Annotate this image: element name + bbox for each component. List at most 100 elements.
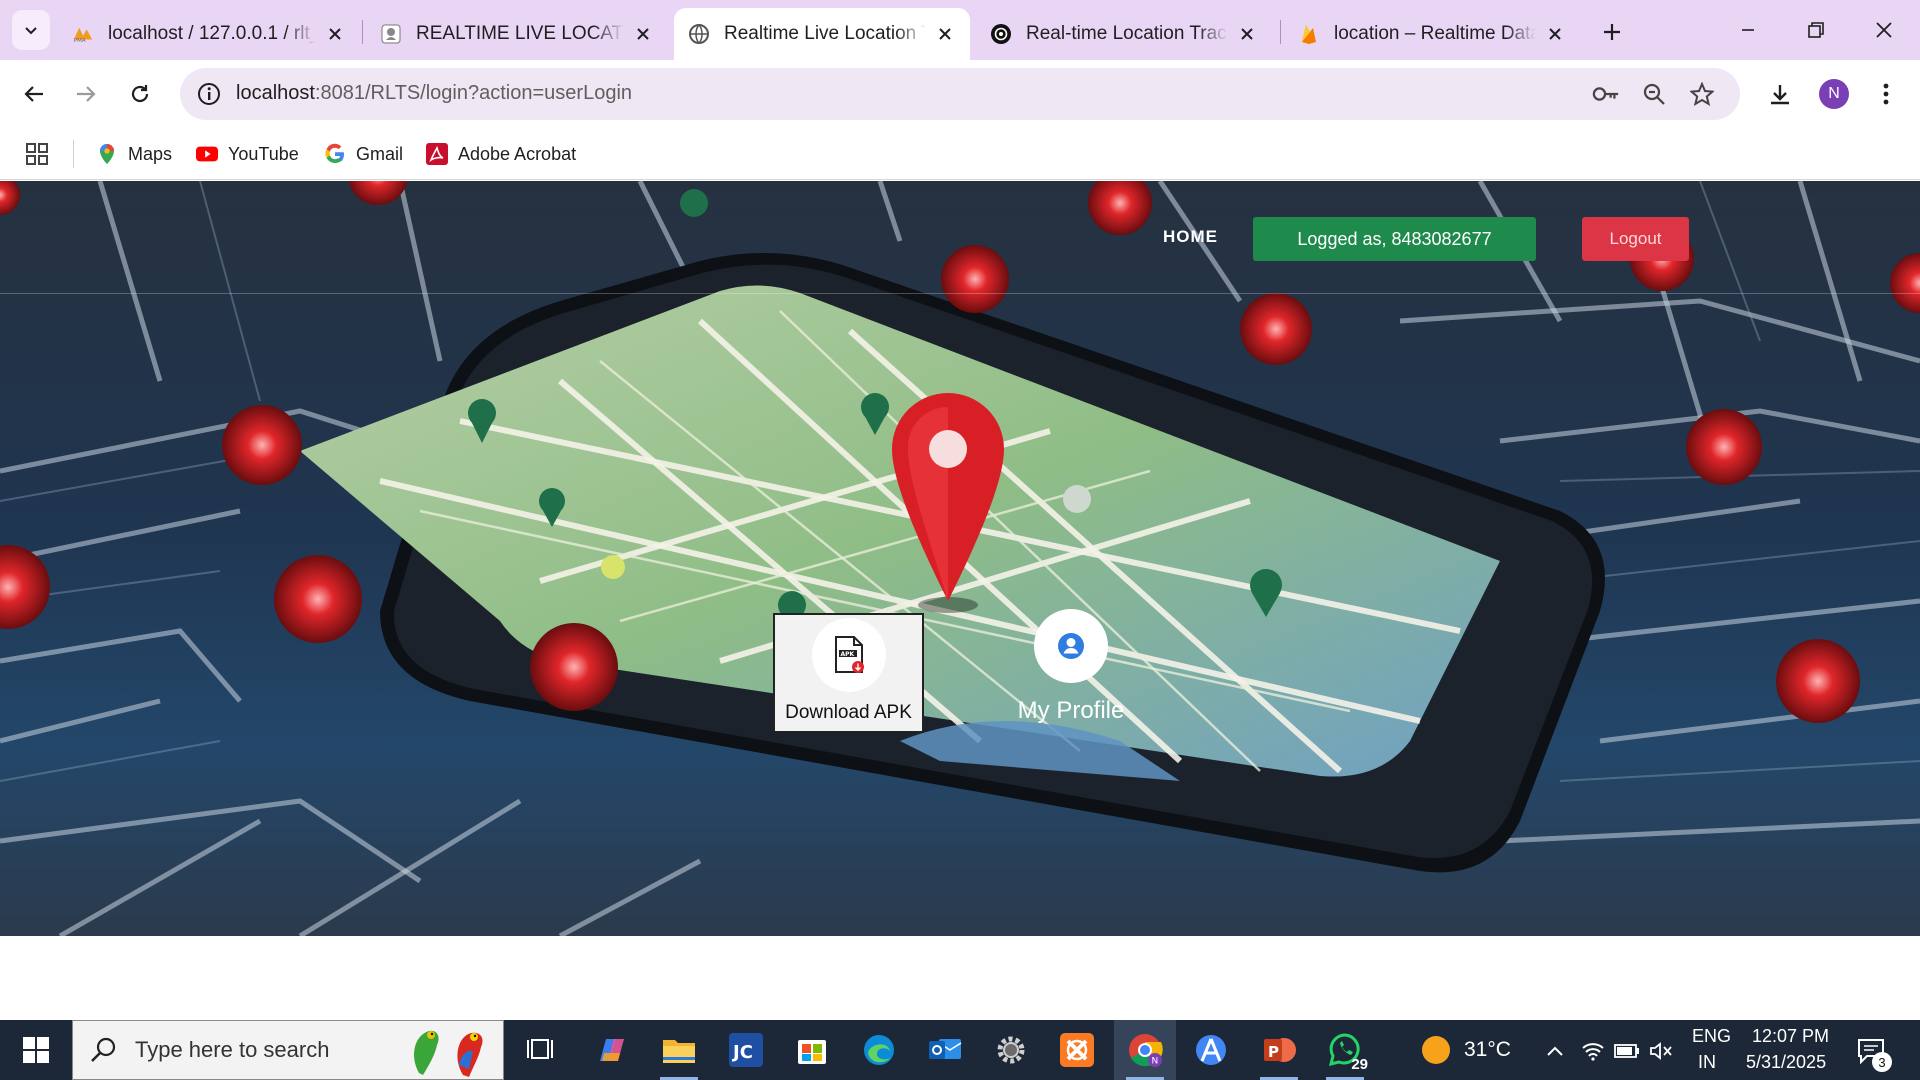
tab-search-button[interactable] <box>12 10 50 50</box>
nav-divider <box>0 293 1920 294</box>
xampp-icon <box>1060 1033 1094 1067</box>
gear-icon <box>997 1036 1025 1064</box>
downloads-button[interactable] <box>1760 74 1800 114</box>
close-icon <box>1876 22 1892 38</box>
profile-button[interactable]: N <box>1814 74 1854 114</box>
bookmark-youtube[interactable]: YouTube <box>196 138 299 170</box>
apk-file-icon: APK <box>834 636 864 673</box>
xampp-app[interactable] <box>1046 1020 1108 1080</box>
my-profile-button[interactable]: My Profile <box>1010 609 1132 725</box>
input-region[interactable]: IN <box>1698 1052 1716 1073</box>
outlook-app[interactable] <box>914 1020 976 1080</box>
taskbar-search-box[interactable]: Type here to search <box>72 1020 504 1080</box>
browser-menu-button[interactable] <box>1866 74 1906 114</box>
bookmarks-bar: Maps YouTube Gmail Adobe Acrobat <box>0 128 1920 180</box>
close-icon[interactable] <box>934 23 956 45</box>
bookmark-label: Gmail <box>356 143 404 164</box>
store-icon <box>798 1040 826 1064</box>
logged-in-user-badge[interactable]: Logged as, 8483082677 <box>1253 217 1536 261</box>
powerpoint-app[interactable]: P <box>1248 1020 1310 1080</box>
powerpoint-icon: P <box>1264 1038 1296 1062</box>
edge-app[interactable] <box>848 1020 910 1080</box>
nav-home-link[interactable]: HOME <box>1163 227 1218 247</box>
phpmyadmin-icon: PMA <box>72 23 94 45</box>
apps-button[interactable] <box>26 138 48 170</box>
page-hero: HOME Logged as, 8483082677 Logout APK Do… <box>0 181 1920 936</box>
clock-date[interactable]: 5/31/2025 <box>1746 1052 1826 1073</box>
start-button[interactable] <box>14 1032 58 1068</box>
battery-icon[interactable] <box>1614 1038 1640 1064</box>
address-bar[interactable]: localhost:8081/RLTS/login?action=userLog… <box>180 68 1740 120</box>
copilot-icon <box>600 1039 624 1061</box>
windows-logo-icon <box>23 1037 49 1063</box>
globe-icon <box>688 23 710 45</box>
file-explorer-app[interactable] <box>648 1020 710 1080</box>
chrome-app[interactable]: N <box>1114 1020 1176 1080</box>
tab-firebase-location[interactable]: location – Realtime Datab <box>1284 8 1580 60</box>
tab-realtime-live-location[interactable]: REALTIME LIVE LOCATION <box>366 8 668 60</box>
svg-text:N: N <box>1152 1057 1159 1067</box>
microsoft-store-app[interactable] <box>781 1020 843 1080</box>
whatsapp-unread-badge: 29 <box>1351 1055 1368 1073</box>
whatsapp-app[interactable]: 29 <box>1314 1020 1376 1080</box>
close-window-button[interactable] <box>1866 14 1902 46</box>
password-key-icon[interactable] <box>1592 80 1620 108</box>
close-icon[interactable] <box>1544 23 1566 45</box>
tab-phpmyadmin[interactable]: PMA localhost / 127.0.0.1 / rlt_ <box>58 8 360 60</box>
arrow-right-icon <box>77 86 96 102</box>
copilot-app[interactable] <box>580 1020 642 1080</box>
wifi-icon[interactable] <box>1580 1038 1606 1064</box>
chatgpt-icon <box>990 23 1012 45</box>
weather-temperature[interactable]: 31°C <box>1464 1038 1511 1062</box>
java-ide-app[interactable]: JC <box>715 1020 777 1080</box>
new-tab-button[interactable] <box>1596 16 1628 48</box>
show-hidden-icons-button[interactable] <box>1542 1038 1568 1064</box>
minimize-button[interactable] <box>1730 14 1766 46</box>
restore-button[interactable] <box>1798 14 1834 46</box>
reload-icon <box>131 85 149 103</box>
tab-separator <box>1280 20 1281 44</box>
firebase-icon <box>1298 23 1320 45</box>
bookmark-star-icon[interactable] <box>1688 80 1716 108</box>
tab-real-time-location-tracking[interactable]: Real-time Location Tracki <box>976 8 1272 60</box>
close-icon[interactable] <box>324 23 346 45</box>
bookmark-label: Maps <box>128 143 173 164</box>
user-circle-icon <box>1058 633 1084 659</box>
forward-button[interactable] <box>66 74 106 114</box>
reload-button[interactable] <box>120 74 160 114</box>
android-studio-icon <box>1196 1035 1226 1065</box>
taskbar-search-placeholder: Type here to search <box>135 1037 330 1062</box>
notifications-button[interactable]: 3 <box>1856 1036 1892 1072</box>
zoom-icon[interactable] <box>1640 80 1668 108</box>
chrome-icon: N <box>1129 1034 1163 1067</box>
bookmark-adobe-acrobat[interactable]: Adobe Acrobat <box>426 138 576 170</box>
download-apk-button[interactable]: APK Download APK <box>773 613 924 733</box>
app-favicon-icon <box>380 23 402 45</box>
back-button[interactable] <box>14 74 54 114</box>
svg-text:P: P <box>1268 1043 1279 1061</box>
task-view-button[interactable] <box>510 1020 572 1080</box>
input-language[interactable]: ENG <box>1692 1026 1731 1047</box>
folder-icon <box>663 1040 695 1063</box>
my-profile-icon-circle <box>1034 609 1108 683</box>
android-studio-app[interactable] <box>1180 1020 1242 1080</box>
bookmark-maps[interactable]: Maps <box>96 138 172 170</box>
tab-title: REALTIME LIVE LOCATION <box>416 23 624 44</box>
close-icon[interactable] <box>1236 23 1258 45</box>
clock-time[interactable]: 12:07 PM <box>1752 1026 1829 1047</box>
svg-text:JC: JC <box>731 1042 753 1063</box>
weather-sun-icon[interactable] <box>1420 1034 1452 1066</box>
url-text[interactable]: localhost:8081/RLTS/login?action=userLog… <box>236 82 632 105</box>
site-info-icon[interactable] <box>196 81 222 107</box>
speaker-muted-icon[interactable] <box>1648 1038 1674 1064</box>
edge-icon <box>864 1035 894 1065</box>
parrots-illustration-icon <box>414 1030 483 1077</box>
bookmark-label: Adobe Acrobat <box>458 143 577 164</box>
close-icon[interactable] <box>632 23 654 45</box>
settings-app[interactable] <box>980 1020 1042 1080</box>
bookmark-label: YouTube <box>228 143 299 164</box>
tab-realtime-live-location-tracking[interactable]: Realtime Live Location Tr <box>674 8 970 60</box>
bookmark-gmail[interactable]: Gmail <box>324 138 403 170</box>
browser-toolbar: localhost:8081/RLTS/login?action=userLog… <box>0 60 1920 128</box>
logout-button[interactable]: Logout <box>1582 217 1689 261</box>
